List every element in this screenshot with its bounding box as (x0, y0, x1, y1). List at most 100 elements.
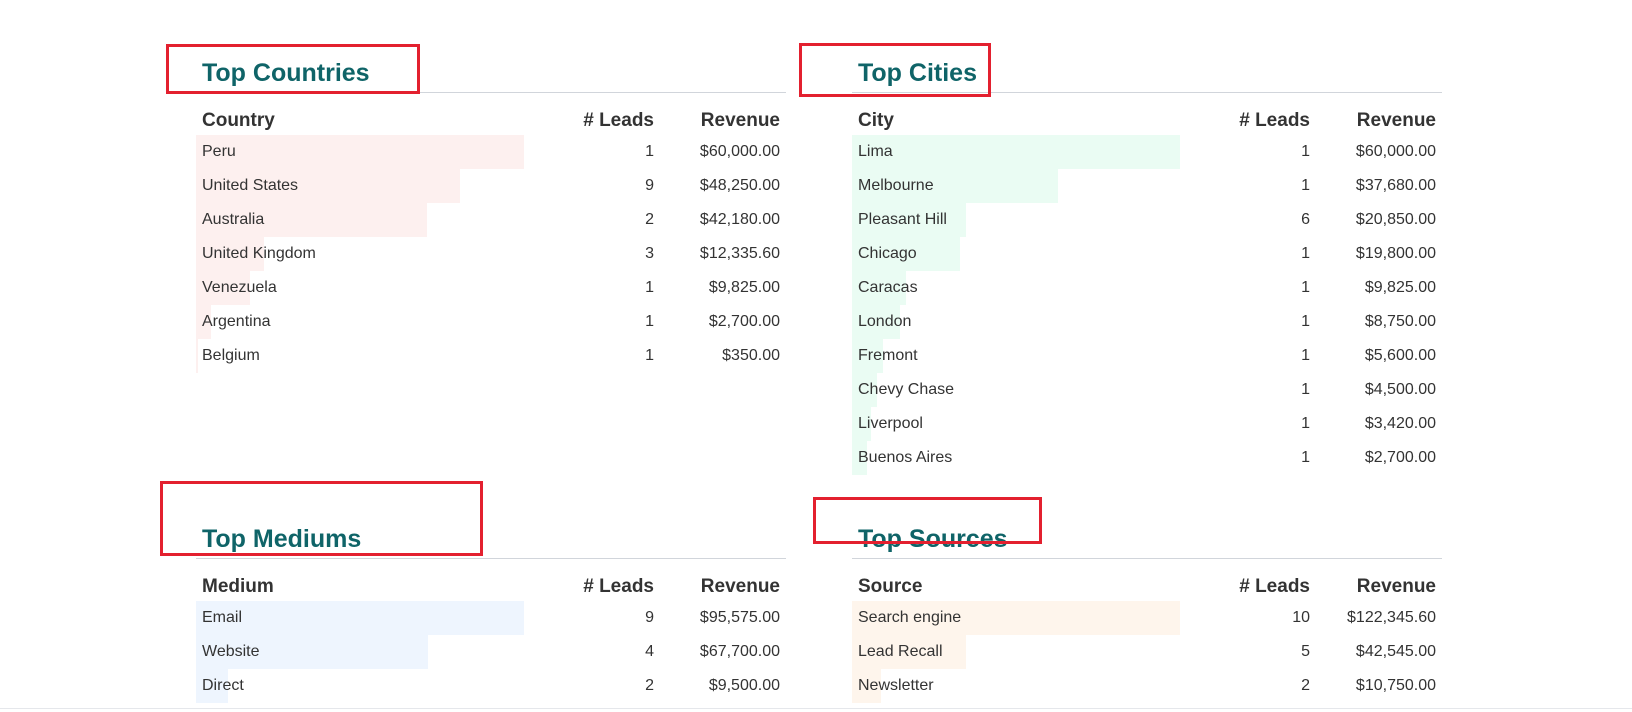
row-revenue: $2,700.00 (708, 313, 780, 330)
row-revenue: $95,575.00 (699, 609, 780, 626)
table-row[interactable]: Pleasant Hill 6 $20,850.00 (852, 203, 1442, 237)
table-row[interactable]: London 1 $8,750.00 (852, 305, 1442, 339)
row-label: Peru (202, 143, 236, 160)
table-row[interactable]: Website 4 $67,700.00 (196, 635, 786, 669)
table-row[interactable]: Fremont 1 $5,600.00 (852, 339, 1442, 373)
table-row[interactable]: Lima 1 $60,000.00 (852, 135, 1442, 169)
row-revenue: $48,250.00 (699, 177, 780, 194)
column-header-country[interactable]: Country (196, 107, 540, 135)
table-row[interactable]: United Kingdom 3 $12,335.60 (196, 237, 786, 271)
row-revenue: $9,825.00 (708, 279, 780, 296)
table-row[interactable]: Chevy Chase 1 $4,500.00 (852, 373, 1442, 407)
column-header-revenue[interactable]: Revenue (660, 107, 786, 135)
row-label-cell: Melbourne (852, 169, 1196, 203)
column-header-leads[interactable]: # Leads (540, 107, 660, 135)
row-label-cell: Email (196, 601, 540, 635)
table-row[interactable]: Liverpool 1 $3,420.00 (852, 407, 1442, 441)
row-label-cell: Lead Recall (852, 635, 1196, 669)
revenue-share-bar (196, 601, 524, 635)
row-revenue: $3,420.00 (1364, 415, 1436, 432)
row-revenue: $4,500.00 (1364, 381, 1436, 398)
row-label: Liverpool (858, 415, 923, 432)
table-row[interactable]: Caracas 1 $9,825.00 (852, 271, 1442, 305)
row-leads: 3 (645, 245, 654, 262)
row-label-cell: Fremont (852, 339, 1196, 373)
column-header-revenue[interactable]: Revenue (660, 573, 786, 601)
row-leads: 1 (1301, 347, 1310, 364)
row-label-cell: Caracas (852, 271, 1196, 305)
mediums-table: Medium # Leads Revenue Email 9 $95,575.00 W… (196, 573, 786, 703)
column-header-city[interactable]: City (852, 107, 1196, 135)
row-label-cell: Direct (196, 669, 540, 703)
row-label-cell: United Kingdom (196, 237, 540, 271)
table-row[interactable]: Lead Recall 5 $42,545.00 (852, 635, 1442, 669)
top-sources-section: Top Sources Source # Leads Revenue Searc… (852, 514, 1442, 703)
page-divider (0, 708, 1632, 709)
row-label-cell: Belgium (196, 339, 540, 373)
revenue-share-bar (196, 339, 198, 373)
row-label-cell: Pleasant Hill (852, 203, 1196, 237)
top-mediums-section: Top Mediums Medium # Leads Revenue Email… (196, 514, 786, 703)
section-title: Top Sources (852, 514, 1442, 559)
row-label: Website (202, 643, 260, 660)
table-row[interactable]: Direct 2 $9,500.00 (196, 669, 786, 703)
row-label-cell: London (852, 305, 1196, 339)
row-label: Lead Recall (858, 643, 943, 660)
row-leads: 9 (645, 609, 654, 626)
table-row[interactable]: Belgium 1 $350.00 (196, 339, 786, 373)
row-revenue: $122,345.60 (1347, 609, 1436, 626)
row-label-cell: Chicago (852, 237, 1196, 271)
row-leads: 10 (1292, 609, 1310, 626)
column-header-leads[interactable]: # Leads (1196, 573, 1316, 601)
row-leads: 1 (645, 143, 654, 160)
row-label: United States (202, 177, 299, 194)
table-row[interactable]: Buenos Aires 1 $2,700.00 (852, 441, 1442, 475)
row-revenue: $8,750.00 (1364, 313, 1436, 330)
row-label: Chevy Chase (858, 381, 955, 398)
table-row[interactable]: Peru 1 $60,000.00 (196, 135, 786, 169)
row-label-cell: Search engine (852, 601, 1196, 635)
row-revenue: $67,700.00 (699, 643, 780, 660)
row-leads: 2 (645, 211, 654, 228)
column-header-source[interactable]: Source (852, 573, 1196, 601)
cities-table: City # Leads Revenue Lima 1 $60,000.00 Melb… (852, 107, 1442, 475)
row-label-cell: Australia (196, 203, 540, 237)
row-label-cell: Liverpool (852, 407, 1196, 441)
table-row[interactable]: Email 9 $95,575.00 (196, 601, 786, 635)
row-revenue: $19,800.00 (1355, 245, 1436, 262)
row-label-cell: Lima (852, 135, 1196, 169)
row-label-cell: Newsletter (852, 669, 1196, 703)
table-row[interactable]: Melbourne 1 $37,680.00 (852, 169, 1442, 203)
row-label: Newsletter (858, 677, 934, 694)
column-header-leads[interactable]: # Leads (540, 573, 660, 601)
table-row[interactable]: Australia 2 $42,180.00 (196, 203, 786, 237)
table-row[interactable]: Argentina 1 $2,700.00 (196, 305, 786, 339)
row-leads: 1 (645, 347, 654, 364)
column-header-medium[interactable]: Medium (196, 573, 540, 601)
row-revenue: $12,335.60 (699, 245, 780, 262)
row-label: Pleasant Hill (858, 211, 947, 228)
table-row[interactable]: United States 9 $48,250.00 (196, 169, 786, 203)
row-label: Australia (202, 211, 265, 228)
row-leads: 1 (1301, 313, 1310, 330)
column-header-revenue[interactable]: Revenue (1316, 107, 1442, 135)
row-leads: 2 (1301, 677, 1310, 694)
table-row[interactable]: Venezuela 1 $9,825.00 (196, 271, 786, 305)
column-header-leads[interactable]: # Leads (1196, 107, 1316, 135)
table-row[interactable]: Search engine 10 $122,345.60 (852, 601, 1442, 635)
row-leads: 1 (1301, 177, 1310, 194)
row-leads: 1 (1301, 279, 1310, 296)
row-revenue: $60,000.00 (1355, 143, 1436, 160)
section-title: Top Mediums (196, 514, 786, 559)
table-row[interactable]: Chicago 1 $19,800.00 (852, 237, 1442, 271)
row-label: Chicago (858, 245, 917, 262)
table-row[interactable]: Newsletter 2 $10,750.00 (852, 669, 1442, 703)
row-revenue: $9,825.00 (1364, 279, 1436, 296)
row-revenue: $2,700.00 (1364, 449, 1436, 466)
section-title: Top Cities (852, 48, 1442, 93)
row-revenue: $10,750.00 (1355, 677, 1436, 694)
row-label-cell: United States (196, 169, 540, 203)
row-revenue: $42,545.00 (1355, 643, 1436, 660)
row-label-cell: Argentina (196, 305, 540, 339)
column-header-revenue[interactable]: Revenue (1316, 573, 1442, 601)
